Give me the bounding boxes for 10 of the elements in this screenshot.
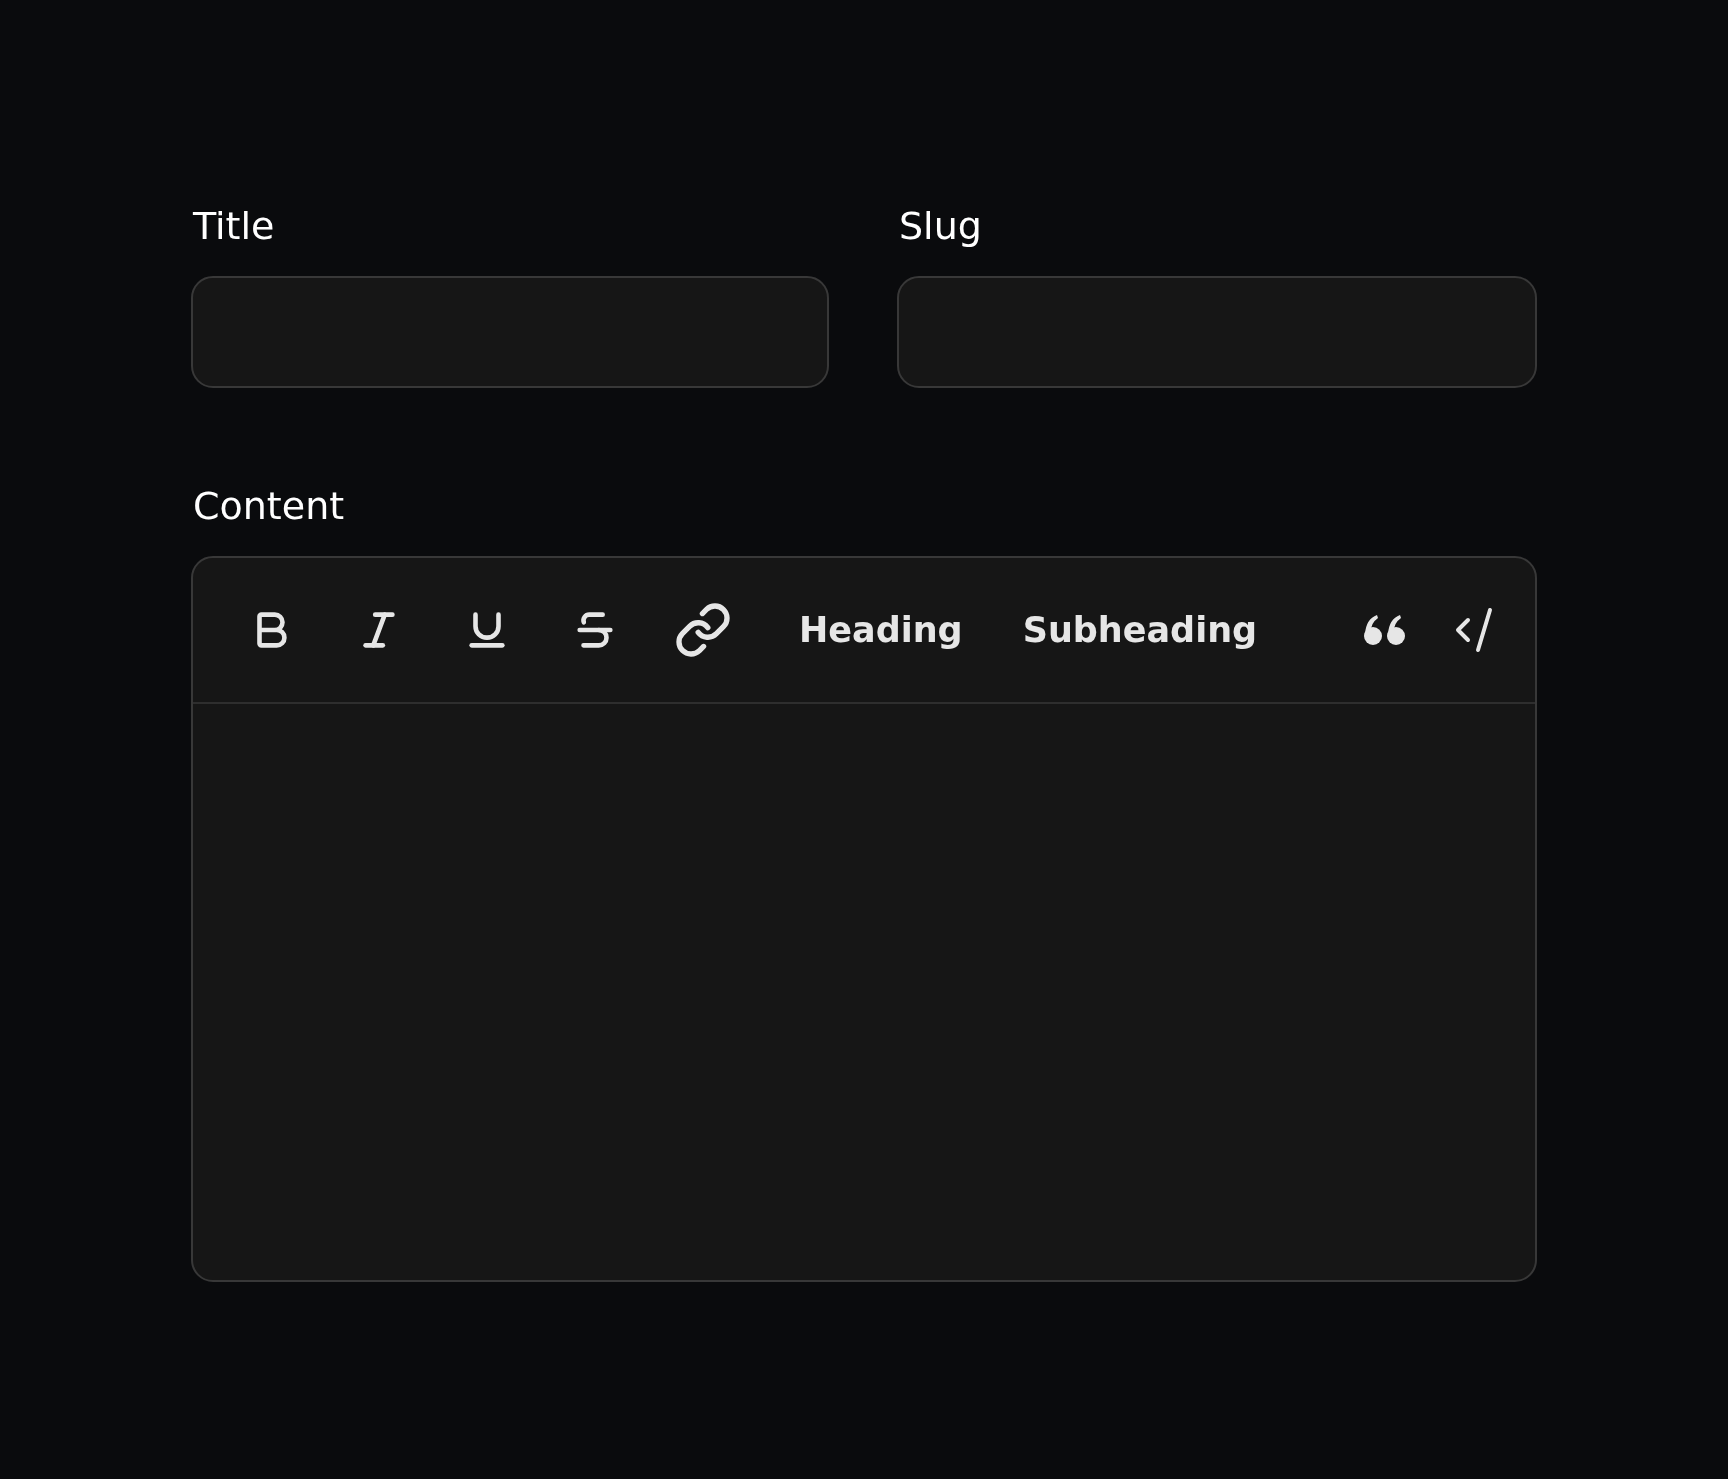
link-icon — [674, 601, 732, 659]
field-label: Slug — [898, 203, 983, 250]
input-field[interactable] — [897, 276, 1537, 388]
input-field[interactable] — [191, 276, 829, 388]
field-label: Title — [192, 203, 276, 250]
quote-icon — [1363, 613, 1407, 647]
field-label: Content — [192, 483, 346, 530]
code-icon — [1454, 606, 1494, 654]
heading-button[interactable]: Heading — [769, 590, 993, 670]
heading-button[interactable]: Subheading — [992, 590, 1288, 670]
